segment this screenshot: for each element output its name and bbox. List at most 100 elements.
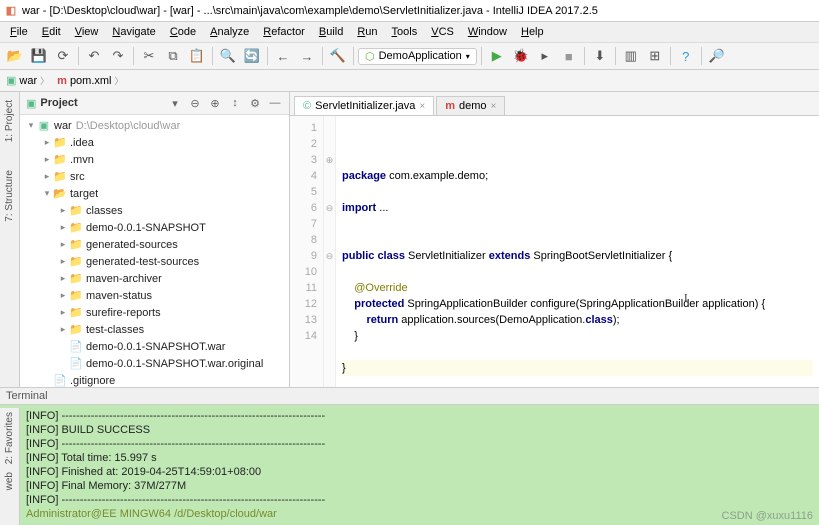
expand-arrow-icon[interactable]: ▸ [42,154,52,165]
tree-node[interactable]: 📄demo-0.0.1-SNAPSHOT.war.original [20,355,289,372]
tree-node[interactable]: ▸📁classes [20,202,289,219]
tree-node[interactable]: ▸📁generated-sources [20,236,289,253]
editor-tab[interactable]: ©ServletInitializer.java× [294,96,434,115]
code-content[interactable]: I package com.example.demo; import ... p… [336,116,819,387]
breadcrumb-item[interactable]: mpom.xml〉 [55,74,125,87]
expand-arrow-icon[interactable]: ▸ [58,273,68,284]
expand-arrow-icon[interactable]: ▸ [58,290,68,301]
debug-icon[interactable]: 🐞 [510,45,532,67]
code-line[interactable]: protected SpringApplicationBuilder confi… [342,296,813,312]
tree-node[interactable]: ▸📁surefire-reports [20,304,289,321]
tree-node[interactable]: ▸📁.idea [20,134,289,151]
terminal-tab-bar[interactable]: Terminal [0,387,819,405]
menu-refactor[interactable]: Refactor [257,24,311,40]
redo-icon[interactable]: ↷ [107,45,129,67]
fold-gutter[interactable]: ⊕⊖⊖ [324,116,336,387]
menu-file[interactable]: File [4,24,34,40]
settings-icon[interactable]: ⊞ [644,45,666,67]
target-icon[interactable]: ⊕ [207,95,223,111]
terminal-tab-label[interactable]: Terminal [6,390,48,402]
chevron-down-icon[interactable]: ▾ [167,95,183,111]
tree-node[interactable]: ▾▣warD:\Desktop\cloud\war [20,117,289,134]
tree-node[interactable]: ▸📁maven-status [20,287,289,304]
menu-vcs[interactable]: VCS [425,24,460,40]
paste-icon[interactable]: 📋 [186,45,208,67]
undo-icon[interactable]: ↶ [83,45,105,67]
find-icon[interactable]: 🔍 [217,45,239,67]
cut-icon[interactable]: ✂ [138,45,160,67]
code-line[interactable] [342,264,813,280]
close-tab-icon[interactable]: × [491,101,497,112]
code-line[interactable]: import ... [342,200,813,216]
menu-help[interactable]: Help [515,24,550,40]
copy-icon[interactable]: ⧉ [162,45,184,67]
help-icon[interactable]: ? [675,45,697,67]
code-line[interactable] [342,216,813,232]
open-icon[interactable]: 📂 [4,45,26,67]
code-line[interactable]: return application.sources(DemoApplicati… [342,312,813,328]
breadcrumb-item[interactable]: ▣war〉 [4,74,51,87]
tree-node[interactable]: ▸📁demo-0.0.1-SNAPSHOT [20,219,289,236]
build-icon[interactable]: 🔨 [327,45,349,67]
code-line[interactable]: } [342,360,813,376]
tree-node[interactable]: ▸📁src [20,168,289,185]
expand-arrow-icon[interactable]: ▸ [58,222,68,233]
sync-icon[interactable]: ⟳ [52,45,74,67]
hide-icon[interactable]: — [267,95,283,111]
code-line[interactable] [342,376,813,387]
terminal-panel[interactable]: ＋ ✕ [INFO] -----------------------------… [0,405,819,525]
expand-arrow-icon[interactable]: ▸ [58,239,68,250]
tree-node[interactable]: ▸📁generated-test-sources [20,253,289,270]
menu-navigate[interactable]: Navigate [106,24,161,40]
menu-run[interactable]: Run [351,24,383,40]
tree-node[interactable]: ▾📂target [20,185,289,202]
gear-icon[interactable]: ⚙ [247,95,263,111]
expand-arrow-icon[interactable]: ▸ [58,307,68,318]
vcs-icon[interactable]: ⬇ [589,45,611,67]
tool-tab[interactable]: 1: Project [2,96,17,146]
expand-arrow-icon[interactable]: ▸ [42,171,52,182]
replace-icon[interactable]: 🔄 [241,45,263,67]
code-line[interactable]: } [342,328,813,344]
code-line[interactable] [342,184,813,200]
tree-node[interactable]: ▸📁maven-archiver [20,270,289,287]
scroll-icon[interactable]: ↕ [227,95,243,111]
tool-tab[interactable]: 7: Structure [2,166,17,226]
expand-arrow-icon[interactable]: ▸ [58,324,68,335]
menu-tools[interactable]: Tools [386,24,424,40]
stop-icon[interactable]: ■ [558,45,580,67]
code-line[interactable] [342,344,813,360]
code-line[interactable]: package com.example.demo; [342,168,813,184]
tree-node[interactable]: 📄demo-0.0.1-SNAPSHOT.war [20,338,289,355]
menu-view[interactable]: View [69,24,105,40]
code-line[interactable]: @Override [342,280,813,296]
menu-build[interactable]: Build [313,24,349,40]
tree-node[interactable]: ▸📁.mvn [20,151,289,168]
run-config-selector[interactable]: ⬡ DemoApplication ▾ [358,48,477,65]
search-icon[interactable]: 🔎 [706,45,728,67]
structure-icon[interactable]: ▥ [620,45,642,67]
menu-window[interactable]: Window [462,24,513,40]
coverage-icon[interactable]: ▸ [534,45,556,67]
collapse-icon[interactable]: ⊖ [187,95,203,111]
expand-arrow-icon[interactable]: ▾ [42,188,52,199]
menu-edit[interactable]: Edit [36,24,67,40]
code-line[interactable]: public class ServletInitializer extends … [342,248,813,264]
code-editor[interactable]: 1234567891011121314 ⊕⊖⊖ I package com.ex… [290,116,819,387]
tool-tab[interactable]: web [2,468,17,494]
back-icon[interactable]: ← [272,45,294,67]
tree-node[interactable]: ▸📁test-classes [20,321,289,338]
tool-tab[interactable]: 2: Favorites [2,408,17,468]
editor-tab[interactable]: mdemo× [436,96,505,115]
menu-code[interactable]: Code [164,24,202,40]
code-line[interactable] [342,232,813,248]
tree-node[interactable]: 📄.gitignore [20,372,289,387]
expand-arrow-icon[interactable]: ▸ [42,137,52,148]
menu-analyze[interactable]: Analyze [204,24,255,40]
run-icon[interactable]: ▶ [486,45,508,67]
expand-arrow-icon[interactable]: ▸ [58,256,68,267]
expand-arrow-icon[interactable]: ▸ [58,205,68,216]
project-tree[interactable]: ▾▣warD:\Desktop\cloud\war▸📁.idea▸📁.mvn▸📁… [20,115,289,387]
close-tab-icon[interactable]: × [419,101,425,112]
forward-icon[interactable]: → [296,45,318,67]
